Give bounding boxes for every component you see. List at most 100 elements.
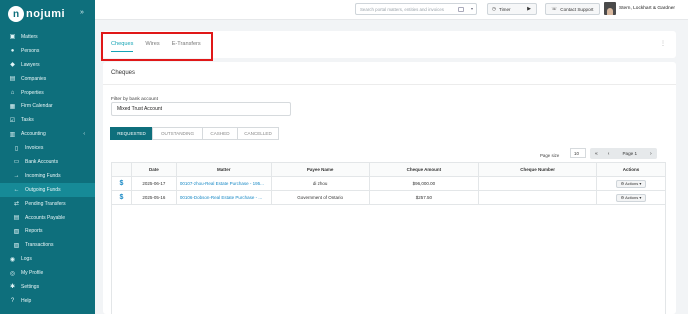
more-options-icon[interactable]: ⋮ (660, 40, 666, 47)
sidebar-item-label: Transactions (25, 242, 54, 249)
actions-button[interactable]: ⚙ Actions ▾ (616, 179, 647, 188)
column-header-number[interactable]: Cheque Number (478, 162, 598, 177)
bank-account-value: Mixed Trust Account (117, 106, 163, 112)
table-row[interactable]: $ 2025-05-16 00106-Dobson-Real Estate Pu… (111, 190, 666, 205)
bank-icon: ▭ (13, 159, 20, 166)
sidebar-item-label: Accounts Payable (25, 214, 66, 221)
dollar-icon: $ (119, 180, 124, 187)
cell-date: 2025-05-16 (130, 190, 177, 205)
sidebar-item-label: Incoming Funds (25, 172, 61, 179)
sidebar-item-help[interactable]: ? Help (0, 294, 95, 308)
table-row[interactable]: $ 2025-06-17 00107-zhou-Real Estate Purc… (111, 176, 666, 191)
lawyer-icon: ◆ (10, 62, 15, 69)
transfer-icon: ⇄ (13, 201, 20, 208)
sidebar-item-label: Firm Calendar (21, 103, 53, 110)
accounting-icon: ▥ (9, 131, 16, 138)
page-size-label: Page size (540, 152, 560, 158)
sidebar-item-outgoing-funds[interactable]: ← Outgoing Funds (0, 182, 95, 197)
page-size-select[interactable]: 10 (570, 148, 586, 158)
search-input[interactable]: Search portal matters, entities and invo… (355, 3, 477, 15)
chevron-icon: ‹ (83, 131, 85, 138)
timer-label: Timer (499, 6, 511, 12)
cell-matter-link[interactable]: 00106-Dobson-Real Estate Purchase - ... (175, 190, 272, 205)
sidebar-item-label: Persons (21, 47, 40, 54)
sidebar-item-label: My Profile (21, 270, 44, 277)
sidebar-item-lawyers[interactable]: ◆ Lawyers (0, 58, 95, 72)
first-page-button[interactable]: « (590, 151, 603, 157)
sidebar-item-label: Outgoing Funds (25, 186, 61, 193)
sidebar-item-label: Lawyers (21, 61, 40, 68)
pagination: « ‹ Page 1 › (590, 148, 657, 159)
column-header-actions: Actions (596, 162, 666, 177)
sidebar-item-accounts-payable[interactable]: ▤ Accounts Payable (0, 211, 95, 225)
sidebar-item-tasks[interactable]: ☑ Tasks (0, 113, 95, 127)
sidebar-item-label: Logs (21, 256, 32, 263)
sidebar-item-reports[interactable]: ▧ Reports (0, 224, 95, 238)
checklist-icon: ☑ (9, 117, 16, 124)
sidebar-item-firm-calendar[interactable]: ▦ Firm Calendar (0, 99, 95, 113)
sidebar-item-label: Accounting (21, 131, 46, 138)
sidebar-item-persons[interactable]: ● Persons (0, 44, 95, 58)
clock-icon: ◷ (492, 6, 497, 11)
status-tab-cashed[interactable]: CASHED (202, 127, 238, 140)
column-header-date[interactable]: Date (130, 162, 177, 177)
status-tab-cancelled[interactable]: CANCELLED (237, 127, 279, 140)
status-tab-requested[interactable]: REQUESTED (110, 127, 153, 140)
sidebar-item-properties[interactable]: ⌂ Properties (0, 86, 95, 100)
sidebar-item-label: Settings (21, 283, 40, 290)
highlight-box (101, 32, 213, 61)
cell-cheque-number (478, 176, 598, 191)
column-header-amount[interactable]: Cheque Amount (368, 162, 480, 177)
chevron-down-icon[interactable]: ▾ (471, 6, 473, 11)
sidebar-item-label: Bank Accounts (25, 158, 59, 165)
calendar-icon: ▦ (9, 103, 16, 110)
logo-text: nojumi (26, 8, 66, 20)
arrow-in-icon: → (13, 172, 20, 179)
table-header-row: Date Matter Payee Name Cheque Amount Che… (111, 162, 666, 177)
sidebar-item-transactions[interactable]: ▨ Transactions (0, 238, 95, 252)
actions-button[interactable]: ⚙ Actions ▾ (616, 193, 647, 202)
next-page-button[interactable]: › (645, 151, 657, 157)
sidebar-item-accounting[interactable]: ▥ Accounting ‹ (0, 127, 95, 141)
sidebar-item-logs[interactable]: ◉ Logs (0, 252, 95, 266)
sidebar-item-label: Tasks (21, 117, 34, 124)
cell-payee: di zhou (270, 176, 370, 191)
page-indicator: Page 1 (622, 151, 638, 156)
column-header-payee[interactable]: Payee Name (270, 162, 370, 177)
sidebar-item-matters[interactable]: ▣ Matters (0, 30, 95, 44)
user-menu[interactable]: Stern, Lockhart & Gardner (604, 2, 675, 15)
prev-page-button[interactable]: ‹ (603, 151, 615, 157)
cell-matter-link[interactable]: 00107-zhou-Real Estate Purchase - 195... (175, 176, 272, 191)
top-bar: Search portal matters, entities and invo… (95, 0, 688, 20)
column-header-icon (111, 162, 132, 177)
cheques-card: Cheques Filter by bank account Mixed Tru… (103, 62, 676, 314)
bank-account-select[interactable]: Mixed Trust Account (111, 102, 291, 116)
sidebar-item-incoming-funds[interactable]: → Incoming Funds (0, 169, 95, 183)
dollar-icon: $ (119, 194, 124, 201)
sidebar-nav: ▣ Matters ● Persons ◆ Lawyers ▤ Companies ⌂ Prope… (0, 30, 95, 308)
sidebar-item-settings[interactable]: ✱ Settings (0, 280, 95, 294)
sidebar-item-label: Help (21, 297, 32, 304)
sidebar-item-my-profile[interactable]: ◎ My Profile (0, 266, 95, 280)
help-icon: ? (10, 297, 15, 304)
collapse-sidebar-icon[interactable]: » (80, 9, 84, 16)
cell-cheque-number (478, 190, 598, 205)
timer-button[interactable]: ◷ Timer ▶ (487, 3, 537, 15)
sidebar-item-bank-accounts[interactable]: ▭ Bank Accounts (0, 155, 95, 169)
sidebar-item-label: Invoices (25, 145, 44, 152)
contact-support-button[interactable]: ☏ Contact Support (545, 3, 600, 15)
sidebar-item-label: Pending Transfers (25, 200, 66, 207)
sidebar: n nojumi » ▣ Matters ● Persons ◆ Lawyers ▤ Comp… (0, 0, 95, 314)
sidebar-item-invoices[interactable]: ▯ Invoices (0, 141, 95, 155)
status-tabs: REQUESTED OUTSTANDING CASHED CANCELLED (110, 127, 279, 140)
column-header-matter[interactable]: Matter (175, 162, 272, 177)
user-name: Stern, Lockhart & Gardner (619, 6, 675, 11)
people-icon: ● (10, 47, 15, 54)
sidebar-item-companies[interactable]: ▤ Companies (0, 72, 95, 86)
building-icon: ▤ (9, 76, 16, 83)
sidebar-item-pending-transfers[interactable]: ⇄ Pending Transfers (0, 197, 95, 211)
table-empty-area (111, 204, 666, 314)
status-tab-outstanding[interactable]: OUTSTANDING (152, 127, 203, 140)
logo[interactable]: n nojumi » (0, 0, 95, 28)
page-title: Cheques (111, 70, 136, 76)
